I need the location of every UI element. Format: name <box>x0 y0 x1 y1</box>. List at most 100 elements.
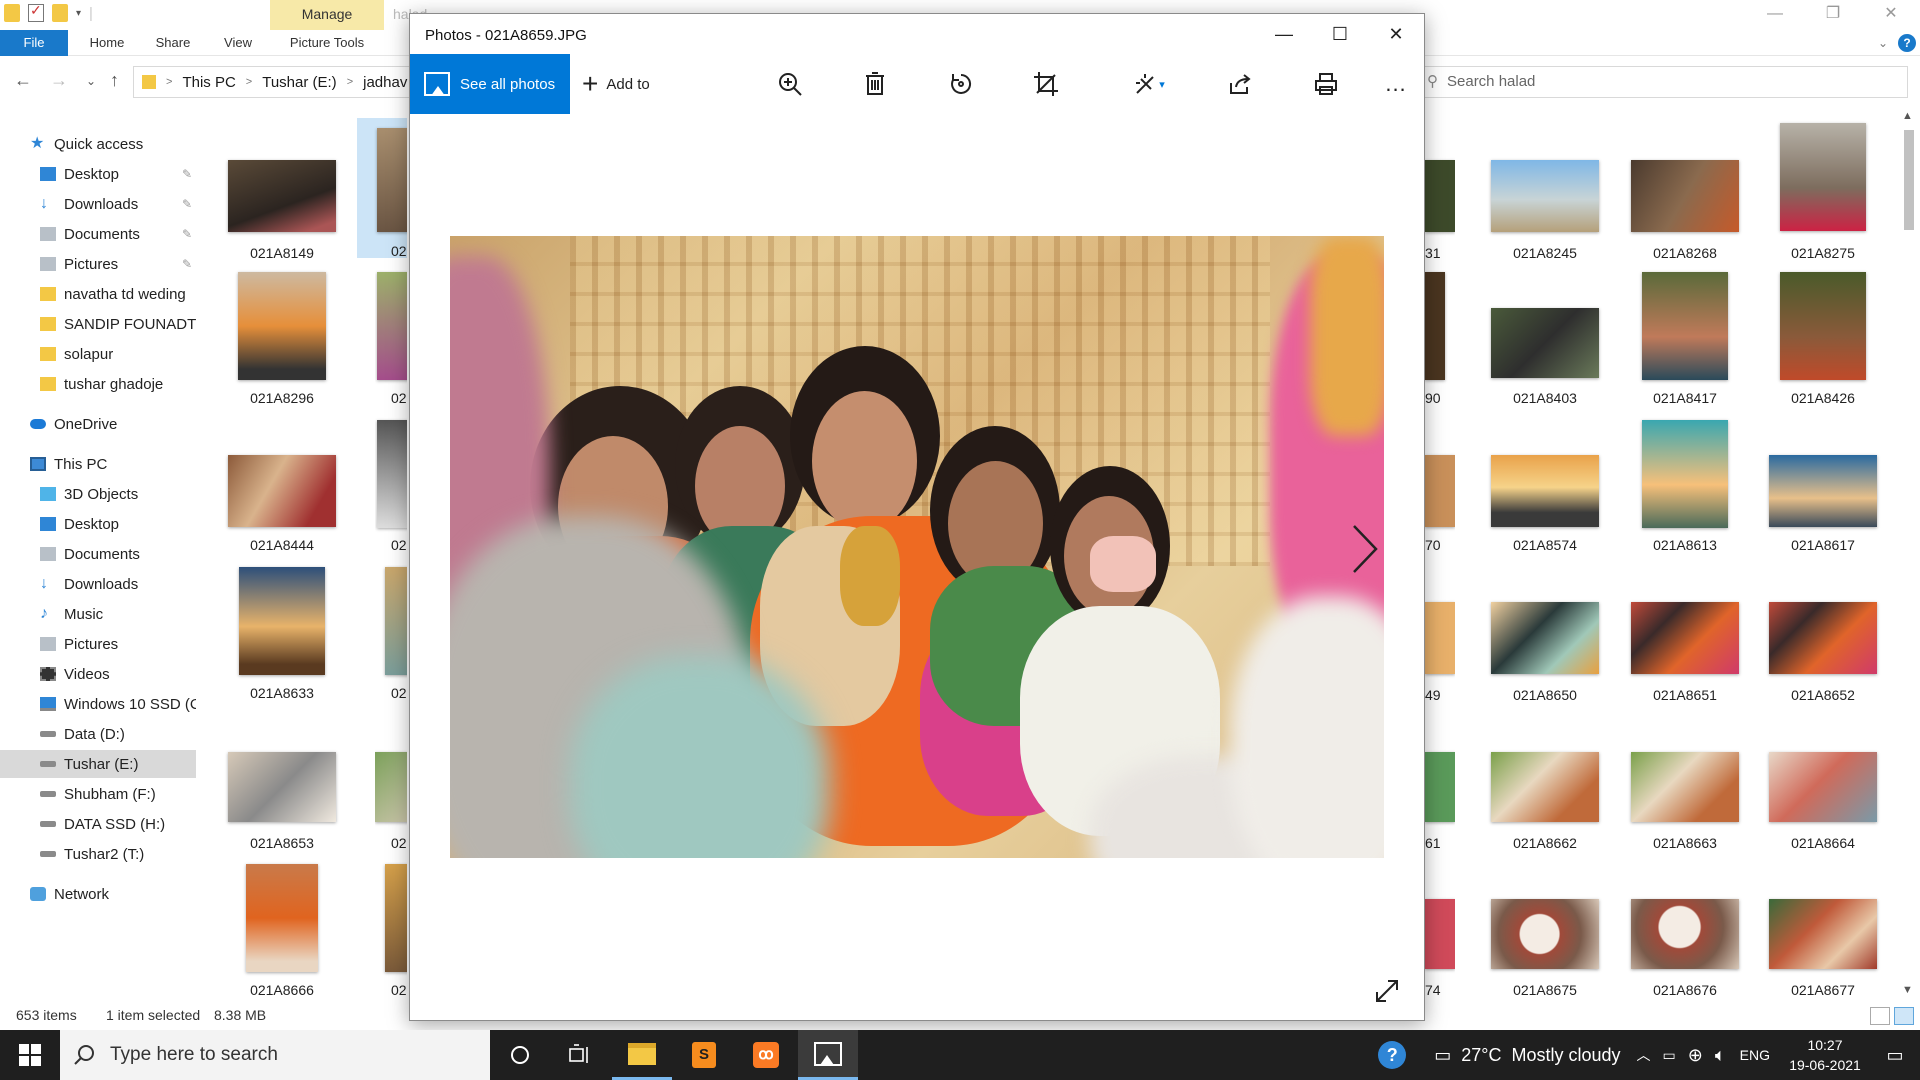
thumbnail-item[interactable]: 021A8417 <box>1620 270 1750 410</box>
next-photo-button[interactable] <box>1350 524 1380 578</box>
thumbnail-item[interactable]: 021A8275 <box>1758 123 1888 265</box>
search-input[interactable]: ⚲ Search halad <box>1420 66 1908 98</box>
nav-drive-d[interactable]: Data (D:) <box>40 720 196 748</box>
more-options-button[interactable]: ... <box>1380 68 1412 100</box>
delete-button[interactable] <box>859 68 891 100</box>
tab-picture-tools[interactable]: Picture Tools <box>282 30 372 56</box>
nav-downloads[interactable]: ↓ Downloads <box>40 570 196 598</box>
rotate-button[interactable] <box>945 68 977 100</box>
thumbnail-item[interactable]: 02 <box>375 862 407 1002</box>
file-explorer-taskbar-button[interactable] <box>612 1030 672 1080</box>
nav-desktop[interactable]: Desktop <box>40 510 196 538</box>
notifications-icon[interactable]: ▭ <box>1870 1045 1920 1066</box>
network-globe-icon[interactable]: ⊕ <box>1688 1045 1703 1066</box>
thumbnail-item[interactable]: 021A8268 <box>1620 125 1750 265</box>
zoom-button[interactable] <box>774 68 806 100</box>
volume-icon[interactable]: 🔈︎ <box>1715 1045 1726 1066</box>
thumbnail-item[interactable]: 61 <box>1425 715 1455 855</box>
thumbnail-item[interactable]: 02 <box>375 270 407 410</box>
thumbnail-item[interactable]: 021A8296 <box>217 270 347 410</box>
tab-share[interactable]: Share <box>150 30 196 56</box>
thumbnail-item[interactable]: 021A8653 <box>217 715 347 855</box>
thumbnail-item[interactable]: 31 <box>1425 125 1455 265</box>
thumbnail-item[interactable]: 49 <box>1425 565 1455 705</box>
battery-icon[interactable]: ▭ <box>1663 1047 1676 1064</box>
nav-documents[interactable]: Documents <box>40 540 196 568</box>
nav-quick-access[interactable]: ★ Quick access <box>30 130 226 158</box>
nav-network[interactable]: Network <box>30 880 226 908</box>
nav-quick-folder[interactable]: SANDIP FOUNADTI( <box>40 310 196 338</box>
crop-button[interactable] <box>1030 68 1062 100</box>
help-tips-icon[interactable]: ? <box>1378 1041 1407 1069</box>
taskbar-search-box[interactable]: Type here to search <box>60 1030 490 1080</box>
thumbnail-item[interactable]: 021A8633 <box>217 565 347 705</box>
recent-locations-icon[interactable]: ⌄ <box>86 74 96 88</box>
nav-onedrive[interactable]: OneDrive <box>30 410 226 438</box>
thumbnail-item[interactable]: 021A8652 <box>1758 565 1888 705</box>
thumbnail-item[interactable]: 021A8426 <box>1758 270 1888 410</box>
nav-quick-folder[interactable]: solapur <box>40 340 196 368</box>
scroll-down-icon[interactable]: ▼ <box>1902 984 1913 996</box>
vertical-scrollbar[interactable]: ▲ ▼ <box>1900 110 1918 1000</box>
nav-quick-folder[interactable]: navatha td weding <box>40 280 196 308</box>
minimize-button[interactable]: — <box>1256 14 1312 54</box>
thumbnail-item[interactable]: 021A8444 <box>217 415 347 555</box>
thumbnail-item[interactable]: 021A8650 <box>1480 565 1610 705</box>
thumbnail-item[interactable]: 021A8149 <box>217 125 347 265</box>
nav-quick-downloads[interactable]: ↓ Downloads ✎ <box>40 190 196 218</box>
forward-arrow-icon[interactable]: → <box>50 70 68 91</box>
thumbnail-item[interactable]: 021A8574 <box>1480 415 1610 555</box>
tab-view[interactable]: View <box>218 30 258 56</box>
nav-3d-objects[interactable]: 3D Objects <box>40 480 196 508</box>
thumbnail-item[interactable]: 021A8662 <box>1480 715 1610 855</box>
scroll-thumb[interactable] <box>1904 130 1914 230</box>
nav-quick-documents[interactable]: Documents ✎ <box>40 220 196 248</box>
xampp-taskbar-button[interactable]: ꝏ <box>736 1030 796 1080</box>
minimize-button[interactable]: — <box>1746 0 1804 30</box>
add-to-button[interactable]: + Add to <box>582 54 650 114</box>
thumbnail-item[interactable]: 021A8245 <box>1480 125 1610 265</box>
nav-quick-pictures[interactable]: Pictures ✎ <box>40 250 196 278</box>
thumbnail-item[interactable]: 90 <box>1425 270 1455 410</box>
maximize-button[interactable]: ☐ <box>1312 14 1368 54</box>
thumbnail-item[interactable]: 02 <box>375 715 407 855</box>
print-button[interactable] <box>1310 68 1342 100</box>
restore-button[interactable]: ❐ <box>1804 0 1862 30</box>
customize-toolbar-icon[interactable]: ▾ <box>76 8 81 19</box>
breadcrumb-this-pc[interactable]: This PC <box>182 74 235 91</box>
thumbnail-item[interactable]: 021A8663 <box>1620 715 1750 855</box>
thumbnail-item[interactable]: 021A8666 <box>217 862 347 1002</box>
back-arrow-icon[interactable]: ← <box>14 70 32 91</box>
thumbnail-item[interactable]: 021A8675 <box>1480 862 1610 1002</box>
close-button[interactable]: ✕ <box>1862 0 1920 30</box>
help-icon[interactable]: ? <box>1898 34 1916 52</box>
thumbnail-item[interactable]: 021A8613 <box>1620 415 1750 555</box>
sublime-text-taskbar-button[interactable]: S <box>674 1030 734 1080</box>
nav-pictures[interactable]: Pictures <box>40 630 196 658</box>
properties-icon[interactable] <box>28 2 44 22</box>
photos-taskbar-button[interactable] <box>798 1030 858 1080</box>
edit-create-button[interactable]: ▾ <box>1124 68 1174 100</box>
weather-text[interactable]: 27°C Mostly cloudy <box>1461 1045 1620 1066</box>
thumbnail-item[interactable]: 02 <box>375 565 407 705</box>
nav-music[interactable]: ♪ Music <box>40 600 196 628</box>
close-button[interactable]: ✕ <box>1368 14 1424 54</box>
tab-file[interactable]: File <box>0 30 68 56</box>
cortana-button[interactable] <box>490 1030 550 1080</box>
weather-icon[interactable]: ▭ <box>1434 1045 1451 1066</box>
nav-this-pc[interactable]: This PC <box>30 450 226 478</box>
show-hidden-icons-chevron-icon[interactable]: ︿ <box>1637 1045 1651 1065</box>
nav-drive-c[interactable]: Windows 10 SSD (C <box>40 690 196 718</box>
thumbnail-item[interactable]: 70 <box>1425 415 1455 555</box>
clock[interactable]: 10:27 19-06-2021 <box>1780 1035 1870 1075</box>
thumbnail-item[interactable]: 021A8676 <box>1620 862 1750 1002</box>
nav-videos[interactable]: Videos <box>40 660 196 688</box>
breadcrumb-drive[interactable]: Tushar (E:) <box>262 74 336 91</box>
input-language[interactable]: ENG <box>1740 1047 1770 1063</box>
nav-quick-folder[interactable]: tushar ghadoje <box>40 370 196 398</box>
thumbnail-item[interactable]: 021A8651 <box>1620 565 1750 705</box>
thumbnail-item-selected[interactable]: 02 <box>357 118 407 258</box>
nav-drive-e[interactable]: Tushar (E:) <box>0 750 196 778</box>
nav-quick-desktop[interactable]: Desktop ✎ <box>40 160 196 188</box>
start-button[interactable] <box>0 1030 60 1080</box>
